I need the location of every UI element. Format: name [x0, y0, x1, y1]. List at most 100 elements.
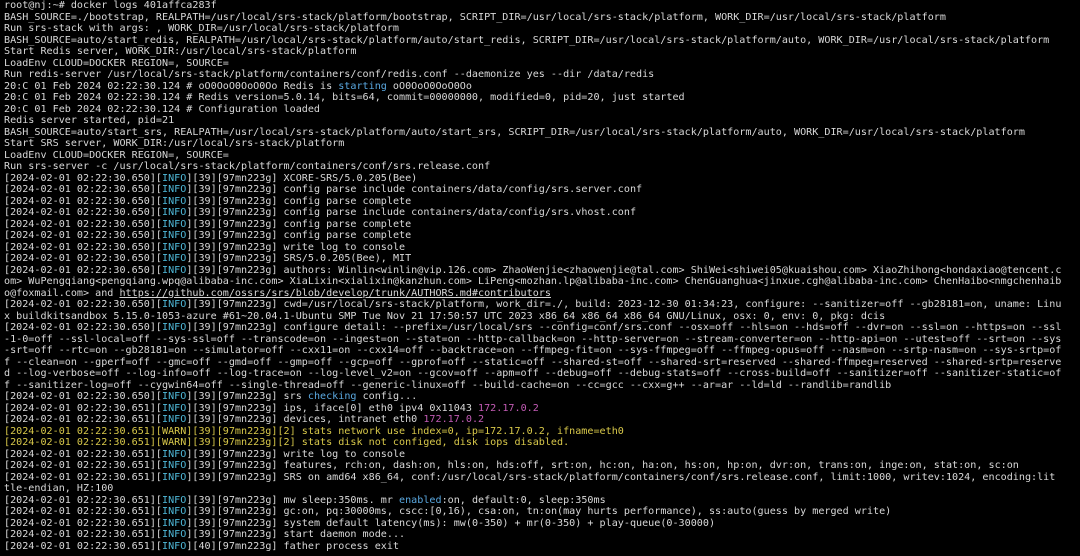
- log-level-info: INFO: [162, 241, 187, 253]
- terminal-text: [2024-02-01 02:22:30.650][: [4, 207, 163, 218]
- terminal-text: BASH_SOURCE=auto/start_redis, REALPATH=/…: [4, 34, 1050, 46]
- terminal-text: ][39][97mn223g] config parse include con…: [186, 207, 637, 218]
- terminal-output-line: o@foxmail.com> and https://github.com/os…: [4, 288, 1076, 300]
- terminal-text: [2024-02-01 02:22:30.651][: [4, 414, 163, 425]
- terminal-text: ][39][97mn223g] write log to console: [186, 448, 406, 460]
- terminal-output-line: Run srs-server -c /usr/local/srs-stack/p…: [4, 161, 1076, 173]
- terminal-window[interactable]: root@nj:~# docker logs 401affca283f BASH_…: [0, 0, 1080, 556]
- terminal-text: ][39][97mn223g] cwd=/usr/local/srs-stack…: [186, 299, 1062, 310]
- terminal-text: ][39][97mn223g] devices, intranet eth0: [186, 414, 424, 425]
- terminal-text: 20:C 01 Feb 2024 02:22:30.124 # Redis ve…: [4, 92, 685, 103]
- log-level-info: INFO: [162, 471, 187, 483]
- log-level-info: INFO: [162, 506, 187, 517]
- log-level-info: INFO: [162, 529, 187, 540]
- terminal-output-line: -1-0=off --ssl-local=off --sys-ssl=off -…: [4, 334, 1076, 346]
- log-level-info: INFO: [162, 207, 187, 218]
- log-warning-text: [2024-02-01 02:22:30.651][WARN][39][97mn…: [4, 437, 570, 448]
- terminal-text: [2024-02-01 02:22:30.651][: [4, 529, 163, 540]
- terminal-output-line: [2024-02-01 02:22:30.651][INFO][40][97mn…: [4, 541, 1076, 553]
- terminal-output-line: Start Redis server, WORK_DIR:/usr/local/…: [4, 46, 1076, 58]
- terminal-output-line: [2024-02-01 02:22:30.651][INFO][39][97mn…: [4, 518, 1076, 530]
- terminal-text: f --clean=on --gperf=off --gmc=off --gmd…: [4, 356, 1062, 368]
- terminal-output-line: [2024-02-01 02:22:30.651][INFO][39][97mn…: [4, 529, 1076, 541]
- terminal-text: ][39][97mn223g] SRS/5.0.205(Bee), MIT: [186, 253, 412, 264]
- terminal-output-line: [2024-02-01 02:22:30.651][INFO][39][97mn…: [4, 414, 1076, 426]
- terminal-text: ][39][97mn223g] config parse complete: [186, 230, 412, 241]
- terminal-output-line: 20:C 01 Feb 2024 02:22:30.124 # oO0OoO0O…: [4, 81, 1076, 93]
- terminal-output-line: om> WuPengqiang<pengqiang.wpq@alibaba-in…: [4, 276, 1076, 288]
- terminal-text: 20:C 01 Feb 2024 02:22:30.124 # oO0OoO0O…: [4, 80, 339, 92]
- terminal-output-line: d --log-verbose=off --log-info=off --log…: [4, 368, 1076, 380]
- terminal-output-line: [2024-02-01 02:22:30.650][INFO][39][97mn…: [4, 219, 1076, 231]
- terminal-output-line: f --sanitizer-log=off --cygwin64=off --s…: [4, 380, 1076, 392]
- terminal-text: d --log-verbose=off --log-info=off --log…: [4, 368, 1062, 379]
- terminal-text: :on, default:0, sleep:350ms: [441, 494, 606, 506]
- terminal-text: ][39][97mn223g] mw sleep:350ms. mr: [186, 494, 400, 506]
- log-level-info: INFO: [162, 218, 187, 230]
- ip-address: 172.17.0.2: [478, 402, 539, 414]
- terminal-output-line: [2024-02-01 02:22:30.650][INFO][39][97mn…: [4, 242, 1076, 254]
- shell-prompt-line: root@nj:~# docker logs 401affca283f: [4, 0, 1076, 12]
- terminal-output-line: 20:C 01 Feb 2024 02:22:30.124 # Redis ve…: [4, 92, 1076, 104]
- terminal-output-line: [2024-02-01 02:22:30.651][INFO][39][97mn…: [4, 449, 1076, 461]
- log-warning-text: [2024-02-01 02:22:30.651][WARN][39][97mn…: [4, 425, 624, 437]
- terminal-output-line: [2024-02-01 02:22:30.651][INFO][39][97mn…: [4, 403, 1076, 415]
- log-level-info: INFO: [162, 230, 187, 241]
- terminal-text: oO0OoO0OoO0Oo: [386, 80, 472, 92]
- log-level-info: INFO: [162, 494, 187, 506]
- terminal-text: ][39][97mn223g] write log to console: [186, 241, 406, 253]
- terminal-text: config...: [356, 391, 418, 402]
- terminal-text: ][39][97mn223g] config parse complete: [186, 195, 412, 207]
- terminal-text: [2024-02-01 02:22:30.651][: [4, 506, 163, 517]
- log-level-info: INFO: [162, 402, 187, 414]
- log-level-info: INFO: [162, 195, 187, 207]
- terminal-text: [2024-02-01 02:22:30.650][: [4, 230, 163, 241]
- terminal-output-line: [2024-02-01 02:22:30.651][INFO][39][97mn…: [4, 460, 1076, 472]
- terminal-output-line: Run srs-stack with args: , WORK_DIR=/usr…: [4, 23, 1076, 35]
- highlighted-keyword: enabled: [399, 494, 442, 506]
- terminal-output-line: [2024-02-01 02:22:30.650][INFO][39][97mn…: [4, 207, 1076, 219]
- terminal-text: LoadEnv CLOUD=DOCKER REGION=, SOURCE=: [4, 57, 229, 69]
- terminal-text: ][39][97mn223g] srs: [186, 391, 308, 402]
- terminal-output-line: [2024-02-01 02:22:30.650][INFO][39][97mn…: [4, 253, 1076, 265]
- terminal-text: [2024-02-01 02:22:30.651][: [4, 540, 163, 552]
- terminal-text: o@foxmail.com> and: [4, 287, 120, 299]
- terminal-text: ][39][97mn223g] config parse include con…: [186, 184, 643, 195]
- log-level-info: INFO: [162, 264, 187, 276]
- terminal-output-line: [2024-02-01 02:22:30.651][WARN][39][97mn…: [4, 426, 1076, 438]
- terminal-text: [2024-02-01 02:22:30.650][: [4, 322, 163, 333]
- log-level-info: INFO: [162, 540, 187, 552]
- log-level-info: INFO: [162, 172, 187, 184]
- log-level-info: INFO: [162, 253, 187, 264]
- contributors-link[interactable]: https://github.com/ossrs/srs/blob/develo…: [119, 288, 550, 299]
- terminal-output-line: 20:C 01 Feb 2024 02:22:30.124 # Configur…: [4, 104, 1076, 116]
- terminal-output-line: [2024-02-01 02:22:30.651][INFO][39][97mn…: [4, 495, 1076, 507]
- terminal-output-line: Run redis-server /usr/local/srs-stack/pl…: [4, 69, 1076, 81]
- terminal-output-line: BASH_SOURCE=auto/start_srs, REALPATH=/us…: [4, 127, 1076, 139]
- terminal-text: 20:C 01 Feb 2024 02:22:30.124 # Configur…: [4, 103, 321, 115]
- terminal-output-line: [2024-02-01 02:22:30.650][INFO][39][97mn…: [4, 173, 1076, 185]
- terminal-text: Start SRS server, WORK_DIR:/usr/local/sr…: [4, 138, 345, 149]
- terminal-text: [2024-02-01 02:22:30.650][: [4, 172, 163, 184]
- terminal-text: ][39][97mn223g] gc:on, pq:30000ms, cscc:…: [186, 506, 892, 517]
- highlighted-keyword: starting: [338, 80, 387, 92]
- terminal-output-line: x buildkitsandbox 5.15.0-1053-azure #61~…: [4, 311, 1076, 323]
- terminal-text: ][39][97mn223g] config parse complete: [186, 218, 412, 230]
- terminal-text: [2024-02-01 02:22:30.651][: [4, 471, 163, 483]
- terminal-text: [2024-02-01 02:22:30.651][: [4, 448, 163, 460]
- terminal-text: [2024-02-01 02:22:30.651][: [4, 402, 163, 414]
- terminal-text: root@nj:~# docker logs 401affca283f: [4, 0, 217, 11]
- terminal-text: [2024-02-01 02:22:30.650][: [4, 184, 163, 195]
- terminal-output-line: [2024-02-01 02:22:30.650][INFO][39][97mn…: [4, 299, 1076, 311]
- terminal-text: ][39][97mn223g] start daemon mode...: [186, 529, 406, 540]
- terminal-output-line: [2024-02-01 02:22:30.651][INFO][39][97mn…: [4, 506, 1076, 518]
- terminal-text: tle-endian, HZ:100: [4, 483, 114, 494]
- terminal-text: om> WuPengqiang<pengqiang.wpq@alibaba-in…: [4, 276, 1062, 287]
- terminal-text: f --sanitizer-log=off --cygwin64=off --s…: [4, 379, 892, 391]
- terminal-text: Redis server started, pid=21: [4, 115, 175, 126]
- terminal-output-line: [2024-02-01 02:22:30.650][INFO][39][97mn…: [4, 196, 1076, 208]
- terminal-text: ][40][97mn223g] father process exit: [186, 540, 400, 552]
- terminal-text: [2024-02-01 02:22:30.650][: [4, 218, 163, 230]
- terminal-text: LoadEnv CLOUD=DOCKER REGION=, SOURCE=: [4, 149, 229, 161]
- terminal-text: x buildkitsandbox 5.15.0-1053-azure #61~…: [4, 310, 886, 322]
